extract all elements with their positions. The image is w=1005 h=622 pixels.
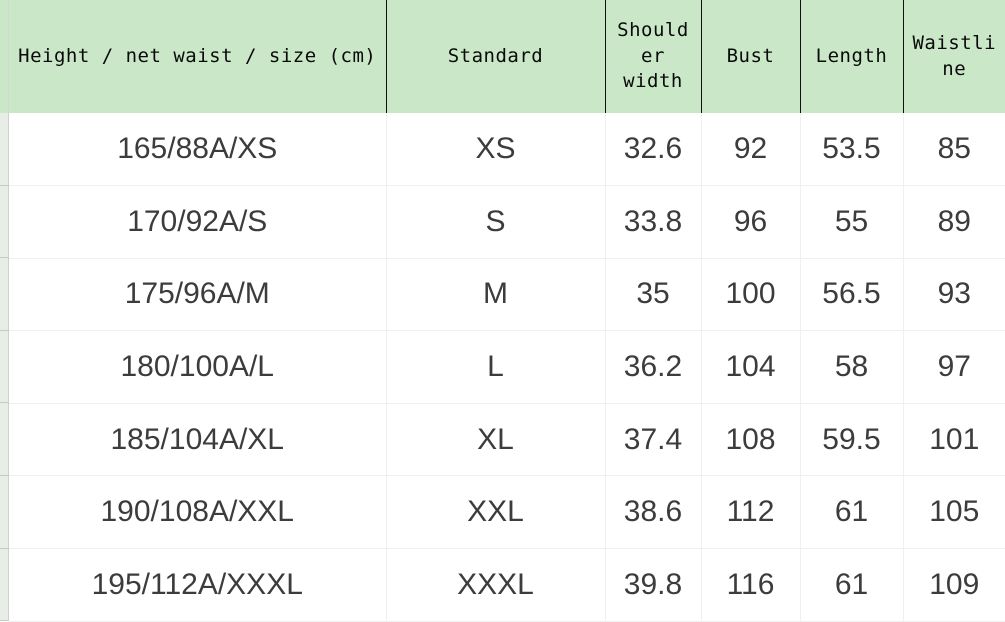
gutter-row-number[interactable] [0, 113, 9, 186]
cell-size-code[interactable]: 185/104A/XL [9, 403, 387, 477]
cell-size-code[interactable]: 190/108A/XXL [9, 475, 387, 550]
column-header-size-code[interactable]: Height / net waist / size (cm) [9, 0, 387, 113]
cell-bust[interactable]: 112 [701, 475, 801, 550]
table-header: Height / net waist / size (cm) Standard … [9, 0, 1005, 113]
header-row: Height / net waist / size (cm) Standard … [9, 0, 1005, 113]
cell-length[interactable]: 53.5 [800, 113, 904, 187]
cell-standard[interactable]: XL [386, 403, 606, 477]
size-chart-table: Height / net waist / size (cm) Standard … [9, 0, 1005, 622]
table-body: 165/88A/XS XS 32.6 92 53.5 85 170/92A/S … [9, 113, 1005, 622]
cell-length[interactable]: 56.5 [800, 258, 904, 332]
cell-size-code[interactable]: 180/100A/L [9, 330, 387, 404]
table-row: 175/96A/M M 35 100 56.5 93 [9, 258, 1005, 332]
table-row: 180/100A/L L 36.2 104 58 97 [9, 330, 1005, 404]
cell-waistline[interactable]: 109 [903, 548, 1005, 622]
cell-waistline[interactable]: 105 [903, 475, 1005, 550]
cell-size-code[interactable]: 175/96A/M [9, 258, 387, 332]
table-row: 185/104A/XL XL 37.4 108 59.5 101 [9, 403, 1005, 477]
cell-length[interactable]: 61 [800, 548, 904, 622]
gutter-row-number[interactable] [0, 185, 9, 259]
cell-length[interactable]: 58 [800, 330, 904, 404]
cell-bust[interactable]: 92 [701, 113, 801, 187]
gutter-row-number[interactable] [0, 475, 9, 549]
cell-waistline[interactable]: 89 [903, 185, 1005, 259]
cell-size-code[interactable]: 170/92A/S [9, 185, 387, 259]
cell-waistline[interactable]: 93 [903, 258, 1005, 332]
column-header-shoulder-width[interactable]: Shoulder width [605, 0, 702, 113]
gutter-row-number[interactable] [0, 258, 9, 331]
gutter-row-number[interactable] [0, 403, 9, 476]
column-header-waistline[interactable]: Waistline [903, 0, 1005, 113]
gutter-header-cell [0, 0, 9, 113]
cell-shoulder-width[interactable]: 39.8 [605, 548, 702, 622]
gutter-row-number[interactable] [0, 548, 9, 621]
cell-size-code[interactable]: 165/88A/XS [9, 113, 387, 187]
cell-shoulder-width[interactable]: 38.6 [605, 475, 702, 550]
cell-waistline[interactable]: 101 [903, 403, 1005, 477]
cell-standard[interactable]: L [386, 330, 606, 404]
cell-shoulder-width[interactable]: 37.4 [605, 403, 702, 477]
cell-shoulder-width[interactable]: 33.8 [605, 185, 702, 259]
row-number-gutter [0, 0, 9, 621]
cell-bust[interactable]: 108 [701, 403, 801, 477]
cell-standard[interactable]: S [386, 185, 606, 259]
cell-bust[interactable]: 100 [701, 258, 801, 332]
cell-standard[interactable]: XS [386, 113, 606, 187]
cell-standard[interactable]: XXXL [386, 548, 606, 622]
cell-bust[interactable]: 96 [701, 185, 801, 259]
cell-shoulder-width[interactable]: 36.2 [605, 330, 702, 404]
gutter-row-number[interactable] [0, 330, 9, 404]
cell-size-code[interactable]: 195/112A/XXXL [9, 548, 387, 622]
cell-length[interactable]: 55 [800, 185, 904, 259]
table-row: 165/88A/XS XS 32.6 92 53.5 85 [9, 113, 1005, 187]
cell-shoulder-width[interactable]: 32.6 [605, 113, 702, 187]
table-row: 190/108A/XXL XXL 38.6 112 61 105 [9, 475, 1005, 550]
column-header-standard[interactable]: Standard [386, 0, 606, 113]
column-header-length[interactable]: Length [800, 0, 904, 113]
cell-shoulder-width[interactable]: 35 [605, 258, 702, 332]
table-row: 170/92A/S S 33.8 96 55 89 [9, 185, 1005, 259]
cell-standard[interactable]: XXL [386, 475, 606, 550]
spreadsheet-size-chart: Height / net waist / size (cm) Standard … [0, 0, 1005, 622]
cell-standard[interactable]: M [386, 258, 606, 332]
cell-bust[interactable]: 104 [701, 330, 801, 404]
column-header-bust[interactable]: Bust [701, 0, 801, 113]
cell-waistline[interactable]: 97 [903, 330, 1005, 404]
cell-length[interactable]: 61 [800, 475, 904, 550]
cell-waistline[interactable]: 85 [903, 113, 1005, 187]
cell-length[interactable]: 59.5 [800, 403, 904, 477]
cell-bust[interactable]: 116 [701, 548, 801, 622]
table-row: 195/112A/XXXL XXXL 39.8 116 61 109 [9, 548, 1005, 622]
